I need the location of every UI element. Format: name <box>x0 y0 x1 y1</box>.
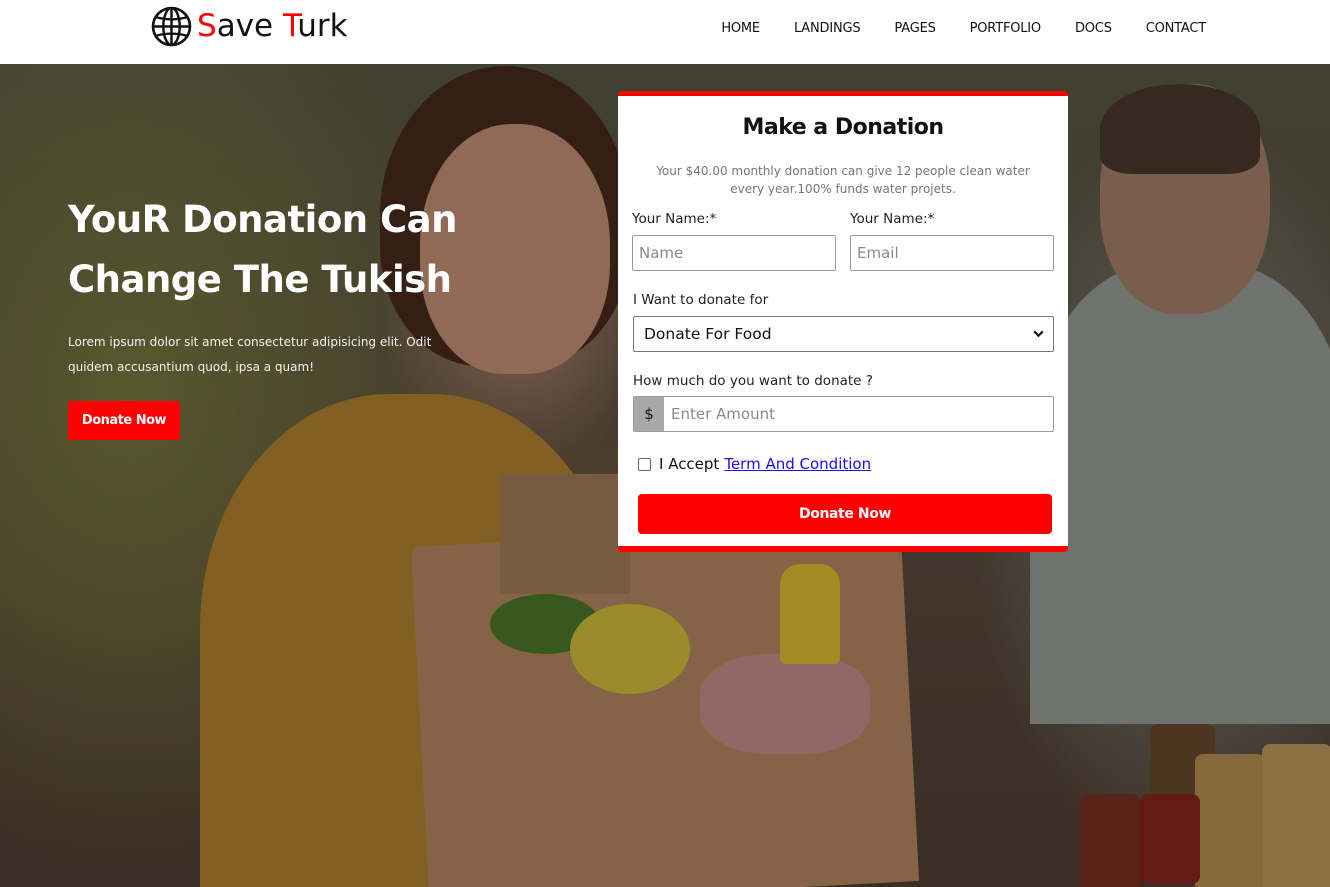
nav-home[interactable]: HOME <box>721 21 760 36</box>
main-nav: HOME LANDINGS PAGES PORTFOLIO DOCS CONTA… <box>721 0 1206 56</box>
name-label: Your Name:* <box>632 211 717 227</box>
donation-form-card: Make a Donation Your $40.00 monthly dona… <box>618 91 1068 552</box>
amount-input-group: $ <box>633 396 1054 432</box>
email-input[interactable] <box>850 235 1054 271</box>
donation-form-description: Your $40.00 monthly donation can give 12… <box>656 164 1030 196</box>
email-label: Your Name:* <box>850 211 935 227</box>
hero-description: Lorem ipsum dolor sit amet consectetur a… <box>68 335 432 374</box>
donation-form-title: Make a Donation <box>742 115 944 140</box>
nav-docs[interactable]: DOCS <box>1075 21 1112 36</box>
donate-submit-button[interactable]: Donate Now <box>638 494 1052 534</box>
nav-landings[interactable]: LANDINGS <box>794 21 861 36</box>
terms-link[interactable]: Term And Condition <box>724 455 871 473</box>
nav-portfolio[interactable]: PORTFOLIO <box>970 21 1042 36</box>
terms-row: I Accept Term And Condition <box>638 454 871 474</box>
hero-title: YouR Donation Can Change The Tukish <box>68 190 508 310</box>
currency-symbol: $ <box>634 397 664 431</box>
donate-for-label: I Want to donate for <box>633 292 769 308</box>
hero-title-line2: Change The Tukish <box>68 258 452 301</box>
donate-for-select[interactable]: Donate For Food <box>633 316 1054 352</box>
brand-name: Save Turk <box>197 8 348 44</box>
brand-part-ave: ave <box>216 8 283 44</box>
globe-icon <box>151 6 192 46</box>
donate-for-selected-value: Donate For Food <box>644 325 772 343</box>
nav-pages[interactable]: PAGES <box>894 21 935 36</box>
terms-checkbox[interactable] <box>638 457 651 471</box>
brand-letter-s: S <box>197 8 217 44</box>
amount-label: How much do you want to donate ? <box>633 373 873 389</box>
brand-part-urk: urk <box>297 8 348 44</box>
brand-letter-t: T <box>282 8 298 44</box>
nav-contact[interactable]: CONTACT <box>1146 21 1206 36</box>
chevron-down-icon <box>1033 330 1044 338</box>
brand-logo[interactable]: Save Turk <box>151 5 348 47</box>
site-header: Save Turk HOME LANDINGS PAGES PORTFOLIO … <box>0 0 1330 64</box>
amount-input[interactable] <box>664 397 1052 431</box>
hero-donate-button[interactable]: Donate Now <box>68 401 180 440</box>
terms-accept-text: I Accept <box>659 455 720 473</box>
hero-title-line1: YouR Donation Can <box>68 198 457 241</box>
name-input[interactable] <box>632 235 836 271</box>
